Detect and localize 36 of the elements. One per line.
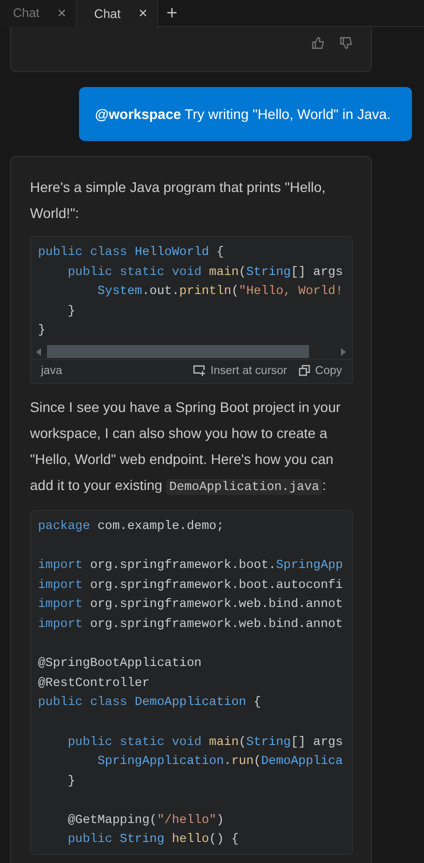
user-message: @workspace Try writing "Hello, World" in Java.	[79, 87, 412, 141]
code-line: public String hello() {	[66, 831, 240, 848]
scroll-left-icon[interactable]	[36, 348, 41, 356]
language-label: java	[41, 364, 62, 377]
insert-icon	[193, 365, 206, 376]
response-text: Since I see you have a Spring Boot project in your workspace, I can also show you how to create a "Hello, World" web endpoint. Here's how you can add it to your existing DemoApplication.java :	[30, 398, 342, 497]
code-line: public static void main(String[] args	[66, 264, 344, 281]
chat-tab[interactable]: Chat ×	[77, 0, 158, 28]
code-line: @GetMapping("/hello")	[66, 812, 225, 829]
code-line: SpringApplication.run(DemoApplica	[96, 753, 344, 770]
response-text: Here's a simple Java program that prints "Hello, World!":	[30, 178, 327, 223]
code-line: import org.springframework.web.bind.annot	[38, 616, 344, 633]
code-action-button[interactable]: Copy	[299, 364, 342, 377]
code-line: @RestController	[38, 674, 151, 692]
code-line: System.out.println("Hello, World!	[96, 283, 344, 300]
code-line: import org.springframework.boot.SpringApp	[38, 557, 344, 574]
thumbs-up-icon[interactable]	[311, 36, 325, 50]
new-tab-button[interactable]: +	[166, 4, 178, 22]
code-line: }	[66, 302, 76, 320]
code-line: public static void main(String[] args	[66, 734, 344, 750]
chat-tab[interactable]: Chat ×	[0, 0, 78, 26]
code-line: import org.springframework.boot.autoconfi	[38, 576, 344, 594]
code-action-button[interactable]: Insert at cursor	[193, 364, 288, 377]
code-line: public class HelloWorld {	[38, 244, 225, 261]
scroll-right-icon[interactable]	[341, 348, 346, 356]
close-icon[interactable]: ×	[57, 4, 66, 22]
code-line: import org.springframework.web.bind.annot	[38, 596, 344, 614]
code-line: public class DemoApplication {	[38, 694, 262, 712]
code-line: }	[66, 772, 76, 790]
close-icon[interactable]: ×	[138, 5, 148, 22]
code-line: package com.example.demo;	[38, 518, 225, 535]
thumbs-down-icon[interactable]	[339, 36, 353, 50]
copy-icon	[299, 365, 310, 376]
code-line: @SpringBootApplication	[38, 655, 203, 672]
code-line: }	[38, 322, 46, 340]
scrollbar-thumb[interactable]	[47, 345, 309, 358]
